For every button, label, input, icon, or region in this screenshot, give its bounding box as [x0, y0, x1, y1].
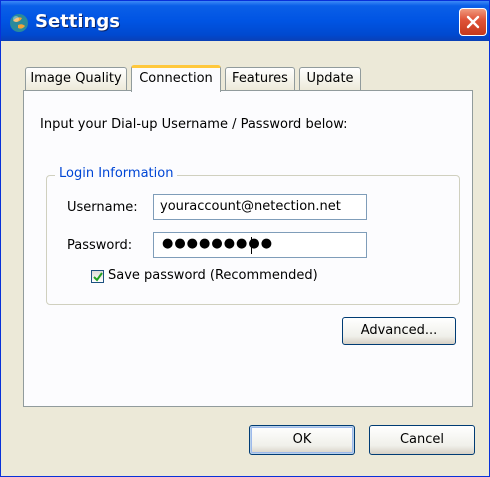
checkmark-icon [93, 272, 103, 282]
ok-button[interactable]: OK [249, 425, 355, 455]
close-button[interactable] [459, 8, 487, 36]
save-password-label[interactable]: Save password (Recommended) [108, 268, 318, 283]
globe-icon [9, 13, 29, 33]
username-label: Username: [67, 200, 138, 215]
instruction-text: Input your Dial-up Username / Password b… [40, 117, 348, 132]
group-title: Login Information [55, 166, 178, 181]
tab-image-quality[interactable]: Image Quality [25, 67, 127, 91]
cancel-button[interactable]: Cancel [369, 425, 475, 455]
tab-update[interactable]: Update [299, 67, 361, 91]
advanced-button[interactable]: Advanced... [342, 317, 456, 345]
login-information-group: Login Information Username: youraccount@… [46, 166, 460, 305]
username-field[interactable]: youraccount@netection.net [153, 194, 367, 220]
title-bar[interactable]: Settings [1, 1, 489, 41]
password-field[interactable]: ●●●●●●●●● [153, 232, 367, 258]
password-label: Password: [67, 238, 133, 253]
close-icon [466, 15, 480, 29]
text-caret [251, 237, 252, 254]
save-password-checkbox[interactable] [91, 270, 104, 283]
window-title: Settings [35, 11, 120, 32]
tab-connection[interactable]: Connection [131, 65, 221, 92]
password-mask: ●●●●●●●●● [162, 236, 274, 251]
tab-features[interactable]: Features [225, 67, 295, 91]
settings-window: Settings Image Quality Connection Featur… [0, 0, 490, 477]
connection-panel: Input your Dial-up Username / Password b… [23, 90, 473, 407]
